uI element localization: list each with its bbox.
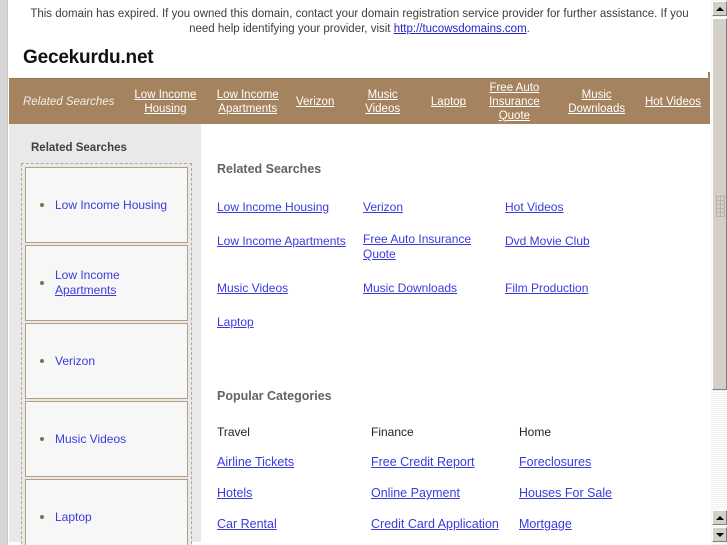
related-link-free-auto-insurance-quote[interactable]: Free Auto Insurance Quote	[363, 232, 501, 262]
scroll-down-button[interactable]	[712, 527, 727, 542]
expired-banner-text-before: This domain has expired. If you owned th…	[30, 8, 689, 35]
related-link-film-production[interactable]: Film Production	[505, 281, 588, 296]
navbar-links: Low Income Housing Low Income Apartments…	[128, 81, 704, 123]
grid-cell: Hotels	[217, 484, 371, 502]
related-link-laptop[interactable]: Laptop	[217, 315, 254, 330]
main-layout: Related Searches Low Income Housing Low …	[9, 124, 710, 545]
category-header-home: Home	[519, 425, 552, 439]
nav-link-hot-videos[interactable]: Hot Videos	[642, 95, 704, 109]
grid-cell: Airline Tickets	[217, 453, 371, 471]
category-link-online-payment[interactable]: Online Payment	[371, 486, 460, 500]
left-gutter	[0, 0, 8, 545]
sidebar-link-line2: Apartments	[55, 283, 117, 297]
grid-cell: Film Production	[505, 279, 710, 297]
popular-categories-block: Popular Categories Travel Finance Home A…	[217, 389, 710, 545]
grid-cell: Mortgage	[519, 515, 710, 533]
sidebar-link-line1: Low Income	[55, 268, 120, 282]
category-link-car-rental[interactable]: Car Rental	[217, 517, 277, 531]
grid-cell: Credit Card Application	[371, 515, 519, 533]
nav-link-verizon[interactable]: Verizon	[293, 95, 337, 109]
grid-cell: Car Rental	[217, 515, 371, 533]
scrollbar-grip-icon	[716, 195, 725, 217]
scrollbar-thumb[interactable]	[712, 18, 727, 390]
sidebar-item-low-income-housing[interactable]: Low Income Housing	[25, 167, 188, 243]
related-link-low-income-apartments[interactable]: Low Income Apartments	[217, 234, 346, 249]
grid-cell: Online Payment	[371, 484, 519, 502]
category-header-finance: Finance	[371, 425, 414, 439]
bullet-icon	[40, 281, 44, 285]
navbar-label: Related Searches	[23, 95, 115, 108]
page-title: Gecekurdu.net	[23, 47, 154, 68]
sidebar-item-low-income-apartments[interactable]: Low Income Apartments	[25, 245, 188, 321]
sidebar-link-label[interactable]: Low Income Housing	[55, 198, 167, 213]
grid-cell: Verizon	[363, 198, 505, 216]
grid-cell: Houses For Sale	[519, 484, 710, 502]
nav-link-low-income-housing[interactable]: Low Income Housing	[128, 88, 202, 116]
bullet-icon	[40, 437, 44, 441]
category-header-travel: Travel	[217, 425, 250, 439]
grid-cell	[363, 313, 505, 331]
content-area: Related Searches Low Income Housing Veri…	[201, 124, 710, 545]
sidebar-item-verizon[interactable]: Verizon	[25, 323, 188, 399]
sidebar-link-label[interactable]: Music Videos	[55, 432, 126, 447]
related-link-music-videos[interactable]: Music Videos	[217, 281, 288, 296]
related-searches-navbar: Related Searches Low Income Housing Low …	[9, 78, 710, 124]
browser-viewport: This domain has expired. If you owned th…	[0, 0, 727, 545]
category-link-airline-tickets[interactable]: Airline Tickets	[217, 455, 294, 469]
bullet-icon	[40, 203, 44, 207]
sidebar-heading: Related Searches	[31, 142, 127, 154]
vertical-scrollbar[interactable]	[710, 0, 727, 545]
grid-cell: Free Credit Report	[371, 453, 519, 471]
expired-domain-banner: This domain has expired. If you owned th…	[9, 0, 710, 43]
scroll-up-button[interactable]	[712, 1, 727, 16]
bullet-icon	[40, 515, 44, 519]
popular-categories-heading: Popular Categories	[217, 389, 332, 403]
related-searches-grid: Low Income Housing Verizon Hot Videos Lo…	[217, 198, 710, 331]
grid-cell: Music Videos	[217, 279, 363, 297]
bullet-icon	[40, 359, 44, 363]
nav-link-laptop[interactable]: Laptop	[428, 95, 469, 109]
grid-cell: Music Downloads	[363, 279, 505, 297]
grid-cell: Dvd Movie Club	[505, 232, 710, 263]
grid-cell: Hot Videos	[505, 198, 710, 216]
category-link-hotels[interactable]: Hotels	[217, 486, 252, 500]
related-link-verizon[interactable]: Verizon	[363, 200, 403, 215]
sidebar-item-laptop[interactable]: Laptop	[25, 479, 188, 545]
category-link-foreclosures[interactable]: Foreclosures	[519, 455, 591, 469]
scroll-up-button-bottom[interactable]	[712, 510, 727, 525]
page-body: This domain has expired. If you owned th…	[9, 0, 710, 545]
category-link-free-credit-report[interactable]: Free Credit Report	[371, 455, 475, 469]
scroll-down-arrow-icon	[716, 533, 724, 537]
related-link-low-income-housing[interactable]: Low Income Housing	[217, 200, 329, 215]
grid-cell: Low Income Housing	[217, 198, 363, 216]
grid-cell	[505, 313, 710, 331]
related-link-dvd-movie-club[interactable]: Dvd Movie Club	[505, 234, 590, 249]
sidebar-items-box: Low Income Housing Low Income Apartments …	[21, 163, 192, 545]
tucowsdomains-link[interactable]: http://tucowsdomains.com	[394, 23, 527, 35]
sidebar: Related Searches Low Income Housing Low …	[9, 124, 201, 545]
category-link-credit-card-application[interactable]: Credit Card Application	[371, 517, 499, 531]
expired-banner-text-after: .	[526, 23, 530, 35]
grid-cell: Laptop	[217, 313, 363, 331]
related-link-hot-videos[interactable]: Hot Videos	[505, 200, 563, 215]
sidebar-item-music-videos[interactable]: Music Videos	[25, 401, 188, 477]
nav-link-free-auto-insurance-quote[interactable]: Free Auto Insurance Quote	[477, 81, 551, 123]
nav-link-music-videos[interactable]: Music Videos	[346, 88, 420, 116]
category-link-houses-for-sale[interactable]: Houses For Sale	[519, 486, 612, 500]
nav-link-low-income-apartments[interactable]: Low Income Apartments	[211, 88, 285, 116]
category-link-mortgage[interactable]: Mortgage	[519, 517, 572, 531]
scroll-up-arrow-icon	[716, 7, 724, 11]
scroll-up-arrow-icon	[716, 516, 724, 520]
grid-cell: Free Auto Insurance Quote	[363, 232, 505, 263]
popular-categories-grid: Travel Finance Home Airline Tickets Free…	[217, 425, 710, 545]
related-searches-heading: Related Searches	[217, 162, 322, 176]
sidebar-link-label[interactable]: Laptop	[55, 510, 92, 525]
grid-cell: Foreclosures	[519, 453, 710, 471]
nav-link-music-downloads[interactable]: Music Downloads	[560, 88, 634, 116]
related-link-music-downloads[interactable]: Music Downloads	[363, 281, 457, 296]
grid-cell: Low Income Apartments	[217, 232, 363, 263]
sidebar-link-label[interactable]: Verizon	[55, 354, 95, 369]
sidebar-link-label[interactable]: Low Income Apartments	[55, 268, 120, 298]
site-title-bar: Gecekurdu.net	[9, 43, 710, 78]
